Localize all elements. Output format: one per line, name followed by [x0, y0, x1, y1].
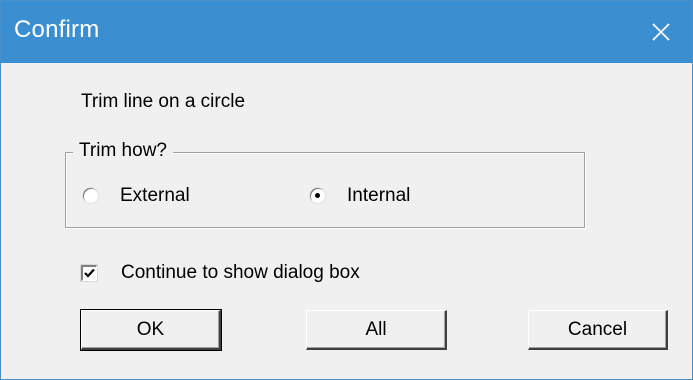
check-icon: [84, 268, 95, 278]
continue-checkbox-label[interactable]: Continue to show dialog box: [121, 262, 360, 284]
dialog-message: Trim line on a circle: [81, 91, 246, 112]
all-button[interactable]: All: [306, 310, 447, 350]
radio-internal-label[interactable]: Internal: [347, 185, 410, 207]
radio-internal[interactable]: [310, 188, 325, 203]
radio-external-label[interactable]: External: [120, 185, 190, 207]
close-button[interactable]: [630, 1, 692, 63]
dialog-title: Confirm: [14, 16, 100, 43]
confirm-dialog: Confirm Trim line on a circle Trim how? …: [0, 0, 693, 380]
radio-external[interactable]: [83, 188, 98, 203]
radio-selected-dot: [315, 193, 320, 198]
title-bar[interactable]: Confirm: [1, 1, 692, 63]
close-icon: [652, 23, 670, 41]
cancel-button[interactable]: Cancel: [528, 310, 668, 350]
continue-checkbox[interactable]: [80, 264, 98, 282]
ok-button[interactable]: OK: [80, 309, 222, 351]
trim-how-legend: Trim how?: [73, 140, 173, 162]
